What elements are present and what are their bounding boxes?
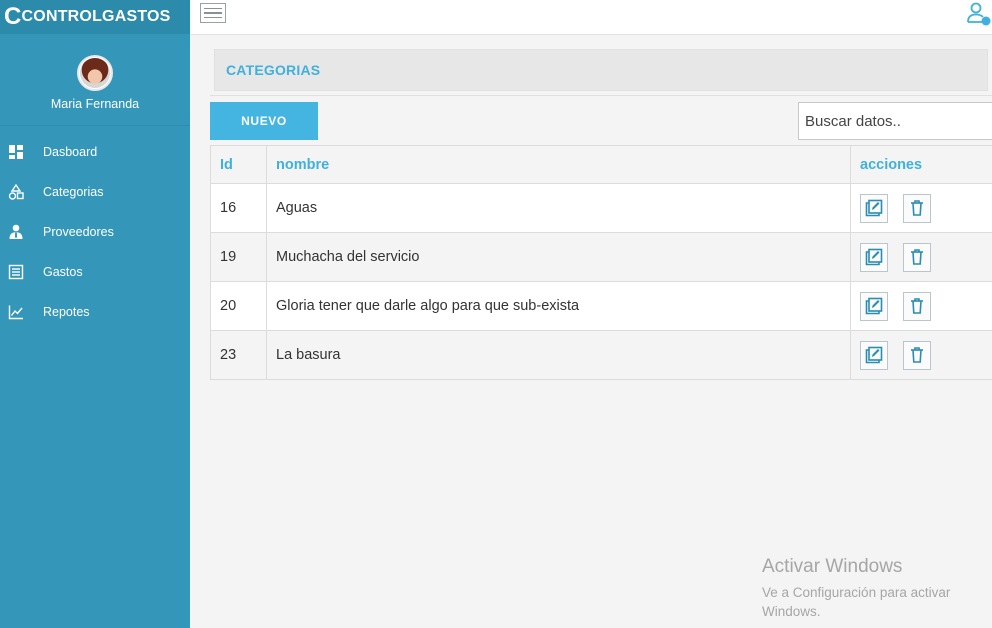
edit-icon (865, 297, 883, 315)
trash-icon (911, 249, 923, 265)
watermark-subtitle: Ve a Configuración para activar Windows. (762, 585, 951, 619)
delete-button[interactable] (903, 193, 931, 223)
cell-nombre: Aguas (266, 183, 851, 233)
watermark-title: Activar Windows (762, 556, 903, 577)
divider (210, 95, 992, 96)
main-content: CATEGORIAS NUEVO Id nombre acciones 16 A… (190, 35, 992, 628)
edit-button[interactable] (860, 193, 888, 223)
user-tie-icon (8, 224, 24, 240)
edit-icon (865, 199, 883, 217)
cell-id: 19 (210, 232, 267, 282)
cell-actions (850, 183, 992, 233)
cell-id: 23 (210, 330, 267, 380)
sidebar-item-dashboard[interactable]: Dasboard (0, 132, 190, 172)
list-icon (8, 264, 24, 280)
brand-name: CONTROLGASTOS (21, 8, 171, 25)
edit-icon (865, 346, 883, 364)
table-row: 20 Gloria tener que darle algo para que … (210, 281, 992, 331)
table-row: 23 La basura (210, 330, 992, 380)
table-row: 16 Aguas (210, 183, 992, 233)
delete-button[interactable] (903, 340, 931, 370)
sidebar-item-label: Categorias (43, 185, 104, 199)
dashboard-icon (8, 144, 24, 160)
cell-actions (850, 281, 992, 331)
cell-nombre: Muchacha del servicio (266, 232, 851, 282)
profile-name: Maria Fernanda (50, 97, 140, 111)
column-header-id[interactable]: Id (210, 145, 267, 184)
user-profile: Maria Fernanda (0, 34, 190, 126)
sidebar-item-categorias[interactable]: Categorias (0, 172, 190, 212)
cell-actions (850, 330, 992, 380)
brand-logo[interactable]: C CONTROLGASTOS (0, 0, 190, 34)
edit-icon (865, 248, 883, 266)
topbar (190, 0, 992, 35)
cell-actions (850, 232, 992, 282)
sidebar-item-gastos[interactable]: Gastos (0, 252, 190, 292)
search-input[interactable] (798, 102, 992, 140)
sidebar-item-repotes[interactable]: Repotes (0, 292, 190, 332)
delete-button[interactable] (903, 242, 931, 272)
sidebar-item-proveedores[interactable]: Proveedores (0, 212, 190, 252)
edit-button[interactable] (860, 291, 888, 321)
cell-id: 20 (210, 281, 267, 331)
menu-toggle-button[interactable] (200, 3, 226, 23)
sidebar-item-label: Repotes (43, 305, 90, 319)
sidebar: C CONTROLGASTOS Maria Fernanda Dasboard C… (0, 0, 190, 628)
windows-activation-watermark: Activar Windows Ve a Configuración para … (762, 556, 987, 621)
table-row: 19 Muchacha del servicio (210, 232, 992, 282)
chart-line-icon (8, 304, 24, 320)
edit-button[interactable] (860, 242, 888, 272)
column-header-acciones: acciones (850, 145, 992, 184)
page-header: CATEGORIAS (214, 49, 988, 91)
sidebar-menu: Dasboard Categorias Proveedores Gastos R… (0, 132, 190, 332)
cell-id: 16 (210, 183, 267, 233)
sidebar-item-label: Dasboard (43, 145, 98, 159)
column-header-nombre[interactable]: nombre (266, 145, 851, 184)
table-header-row: Id nombre acciones (210, 145, 992, 184)
delete-button[interactable] (903, 291, 931, 321)
trash-icon (911, 347, 923, 363)
avatar[interactable] (77, 55, 113, 91)
cell-nombre: Gloria tener que darle algo para que sub… (266, 281, 851, 331)
new-button[interactable]: NUEVO (210, 102, 318, 140)
categories-table: Id nombre acciones 16 Aguas 19 Muchacha … (210, 145, 992, 380)
cell-nombre: La basura (266, 330, 851, 380)
user-account-icon[interactable] (966, 2, 992, 26)
trash-icon (911, 200, 923, 216)
sidebar-item-label: Proveedores (43, 225, 114, 239)
page-title: CATEGORIAS (226, 62, 321, 78)
edit-button[interactable] (860, 340, 888, 370)
brand-initial: C (4, 3, 22, 30)
sidebar-item-label: Gastos (43, 265, 83, 279)
trash-icon (911, 298, 923, 314)
shapes-icon (8, 184, 24, 200)
